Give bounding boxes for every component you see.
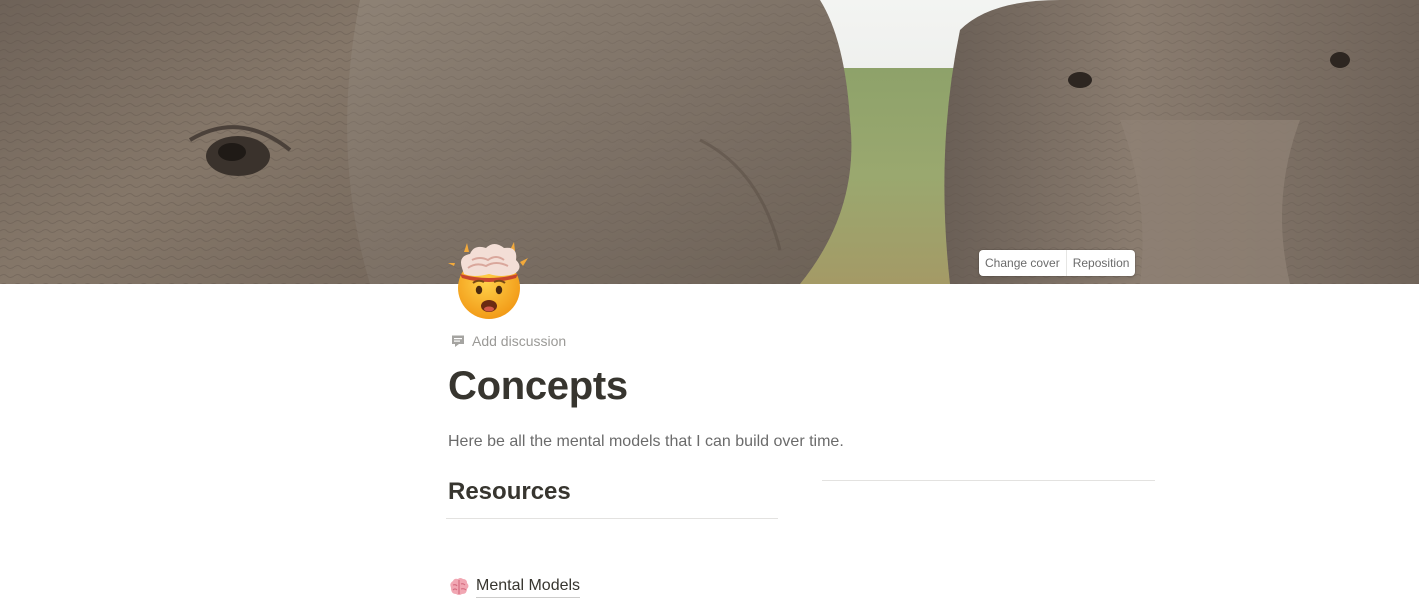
page-description[interactable]: Here be all the mental models that I can… xyxy=(448,433,844,451)
cover-image xyxy=(0,0,1419,284)
page-link-label: Mental Models xyxy=(476,575,581,598)
divider xyxy=(822,480,1155,481)
comment-icon xyxy=(450,333,466,349)
brain-icon xyxy=(448,576,470,598)
resources-heading[interactable]: Resources xyxy=(446,476,778,508)
page-icon[interactable] xyxy=(446,238,532,324)
column-left: Resources xyxy=(446,476,778,519)
add-discussion-label: Add discussion xyxy=(472,333,567,349)
change-cover-button[interactable]: Change cover xyxy=(979,250,1066,276)
divider xyxy=(446,518,778,519)
page-cover[interactable]: Change cover Reposition xyxy=(0,0,1419,284)
page-title[interactable]: Concepts xyxy=(448,364,628,409)
reposition-button[interactable]: Reposition xyxy=(1065,250,1136,276)
exploding-head-icon xyxy=(448,242,528,319)
cover-controls: Change cover Reposition xyxy=(979,250,1136,276)
add-discussion-button[interactable]: Add discussion xyxy=(450,333,566,349)
page-link-mental-models[interactable]: Mental Models xyxy=(448,575,581,598)
